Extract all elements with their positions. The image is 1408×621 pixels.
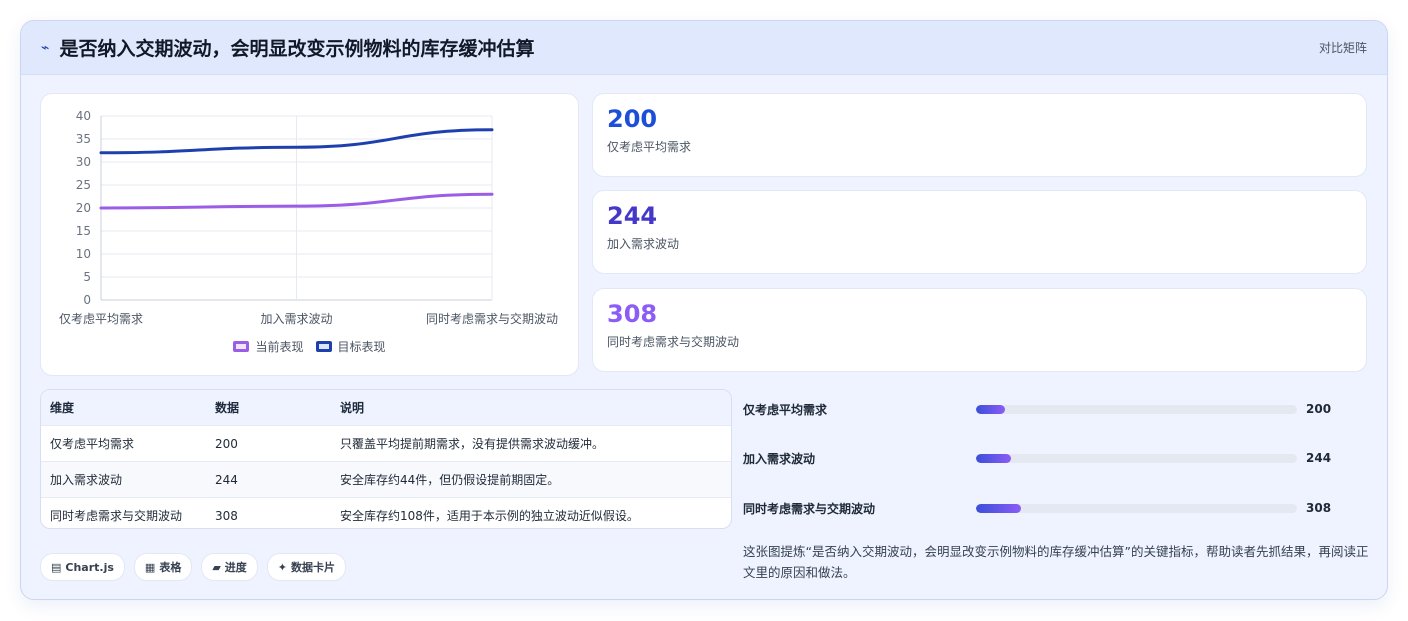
progress-row-2: 加入需求波动 244	[743, 448, 1373, 468]
line-chart-card: 0 5 10 15 20 25 30 35 40 仅考虑平均需求 加入需求波动 同时考虑需求与交期波动…	[40, 93, 579, 376]
x-tick-label: 仅考虑平均需求	[59, 312, 143, 326]
table-cell: 308	[215, 508, 238, 523]
legend-swatch-current	[233, 341, 250, 352]
progress-fill	[976, 503, 1021, 513]
y-tick-label: 20	[76, 201, 91, 215]
panel-header: ⌁ 是否纳入交期波动，会明显改变示例物料的库存缓冲估算 对比矩阵	[21, 21, 1387, 75]
progress-icon: ▰	[212, 560, 221, 574]
progress-fill	[976, 404, 1005, 414]
table-cell: 只覆盖平均提前期需求，没有提供需求波动缓冲。	[340, 437, 605, 451]
y-tick-label: 5	[83, 270, 91, 284]
progress-track	[976, 453, 1297, 463]
line-chart: 0 5 10 15 20 25 30 35 40 仅考虑平均需求 加入需求波动 同时考虑需求与交期波动	[59, 109, 558, 326]
summary-note: 这张图提炼“是否纳入交期波动，会明显改变示例物料的库存缓冲估算”的关键指标，帮助…	[743, 544, 1369, 580]
table-cell: 同时考虑需求与交期波动	[50, 509, 183, 523]
table-cell: 200	[215, 436, 238, 451]
tag-list: ▤ Chart.js ▦ 表格 ▰ 进度 ✦ 数据卡片	[40, 553, 347, 581]
progress-label: 仅考虑平均需求	[743, 402, 828, 417]
kpi-value: 200	[607, 105, 658, 133]
tag-label: 进度	[224, 561, 247, 574]
page-title: 是否纳入交期波动，会明显改变示例物料的库存缓冲估算	[59, 38, 535, 60]
kpi-value: 244	[607, 202, 658, 230]
table-cell: 安全库存约108件，适用于本示例的独立波动近似假设。	[340, 509, 639, 523]
table-cell: 244	[215, 472, 238, 487]
chart-legend: 当前表现 目标表现	[41, 338, 578, 355]
chart-icon: ▤	[51, 560, 62, 574]
kpi-card-3: 308 同时考虑需求与交期波动	[592, 288, 1367, 372]
kpi-label: 仅考虑平均需求	[607, 140, 692, 154]
column-header-data: 数据	[215, 401, 240, 415]
progress-row-1: 仅考虑平均需求 200	[743, 399, 1373, 419]
progress-row-3: 同时考虑需求与交期波动 308	[743, 498, 1373, 518]
legend-label-target: 目标表现	[337, 340, 386, 354]
x-tick-label: 同时考虑需求与交期波动	[426, 311, 558, 326]
y-tick-label: 15	[76, 224, 91, 238]
progress-track	[976, 503, 1297, 513]
tag-chartjs[interactable]: ▤ Chart.js	[40, 553, 125, 581]
tag-progress[interactable]: ▰ 进度	[201, 553, 258, 581]
column-header-description: 说明	[340, 401, 365, 415]
progress-value: 200	[1306, 402, 1332, 416]
kpi-label: 同时考虑需求与交期波动	[607, 335, 740, 349]
progress-value: 308	[1306, 501, 1332, 515]
kpi-label: 加入需求波动	[607, 237, 680, 251]
progress-fill	[976, 453, 1012, 463]
progress-label: 加入需求波动	[743, 451, 816, 466]
kpi-card-1: 200 仅考虑平均需求	[592, 93, 1367, 177]
progress-label: 同时考虑需求与交期波动	[743, 501, 876, 516]
dashboard-panel: ⌁ 是否纳入交期波动，会明显改变示例物料的库存缓冲估算 对比矩阵 0 5 10 15 2…	[20, 20, 1388, 600]
y-tick-label: 10	[76, 247, 91, 261]
data-table: 维度 数据 说明 仅考虑平均需求 200 只覆盖平均提前期需求，没有提供需求波动…	[40, 389, 732, 529]
table-cell: 仅考虑平均需求	[50, 437, 135, 451]
progress-value: 244	[1306, 451, 1332, 465]
tag-label: 数据卡片	[291, 561, 336, 574]
kpi-card-2: 244 加入需求波动	[592, 190, 1367, 274]
tag-label: Chart.js	[65, 560, 114, 574]
legend-item-current[interactable]: 当前表现	[233, 338, 304, 355]
table-cell: 加入需求波动	[50, 473, 123, 487]
tag-table[interactable]: ▦ 表格	[133, 553, 193, 581]
y-tick-label: 35	[76, 132, 91, 146]
table-header-row: 维度 数据 说明	[41, 390, 731, 425]
x-tick-label: 加入需求波动	[260, 312, 332, 326]
legend-swatch-target	[315, 341, 332, 352]
y-tick-label: 30	[76, 155, 91, 169]
kpi-value: 308	[607, 300, 658, 328]
table-row: 同时考虑需求与交期波动 308 安全库存约108件，适用于本示例的独立波动近似假…	[41, 497, 731, 528]
table-icon: ▦	[144, 560, 156, 574]
legend-label-current: 当前表现	[255, 340, 304, 354]
tag-label: 表格	[159, 561, 182, 574]
sparkle-icon: ✦	[277, 560, 288, 574]
legend-item-target[interactable]: 目标表现	[315, 338, 386, 355]
y-tick-label: 0	[83, 293, 91, 307]
y-tick-label: 25	[76, 178, 91, 192]
column-header-dimension: 维度	[50, 401, 75, 415]
y-tick-label: 40	[76, 109, 91, 123]
chart-line-icon: ⌁	[41, 39, 50, 56]
progress-track	[976, 404, 1297, 414]
tag-data-card[interactable]: ✦ 数据卡片	[266, 553, 347, 581]
table-row: 加入需求波动 244 安全库存约44件，但仍假设提前期固定。	[41, 461, 731, 497]
table-cell: 安全库存约44件，但仍假设提前期固定。	[340, 473, 560, 487]
table-row: 仅考虑平均需求 200 只覆盖平均提前期需求，没有提供需求波动缓冲。	[41, 425, 731, 461]
matrix-label: 对比矩阵	[1318, 41, 1367, 55]
